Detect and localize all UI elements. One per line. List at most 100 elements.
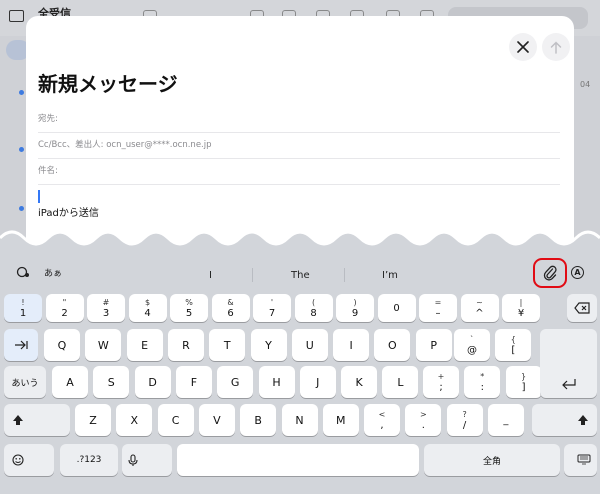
symbol-key[interactable]: <, bbox=[364, 404, 400, 436]
letter-key-s[interactable]: S bbox=[93, 366, 130, 398]
key-shift-char: * bbox=[480, 372, 485, 381]
key-char: 9 bbox=[351, 308, 359, 319]
letter-key-k[interactable]: K bbox=[341, 366, 378, 398]
suggestion-3[interactable]: I’m bbox=[382, 270, 398, 281]
letter-key-u[interactable]: U bbox=[291, 329, 328, 361]
number-key[interactable]: ) 9 bbox=[336, 294, 374, 322]
letter-key-d[interactable]: D bbox=[134, 366, 171, 398]
number-key[interactable]: " 2 bbox=[45, 294, 84, 322]
message-body[interactable]: iPadから送信 bbox=[38, 204, 99, 219]
tab-key[interactable] bbox=[4, 329, 38, 361]
key-char: ] bbox=[521, 382, 526, 393]
return-key[interactable] bbox=[540, 329, 597, 398]
number-key[interactable]: % 5 bbox=[170, 294, 208, 322]
cc-bcc-from-field[interactable]: Cc/Bcc、差出人: ocn_user@****.ocn.ne.jp bbox=[38, 138, 560, 159]
return-icon bbox=[561, 379, 576, 390]
letter-key-n[interactable]: N bbox=[281, 404, 318, 436]
shift-icon bbox=[13, 415, 23, 425]
letter-key-f[interactable]: F bbox=[175, 366, 212, 398]
number-key[interactable]: 0 bbox=[377, 294, 416, 322]
letter-key-l[interactable]: L bbox=[382, 366, 419, 398]
letter-key-r[interactable]: R bbox=[167, 329, 204, 361]
number-key[interactable]: ' 7 bbox=[253, 294, 291, 322]
key-char: 1 bbox=[19, 308, 27, 319]
symbol-key[interactable]: }] bbox=[505, 366, 542, 398]
numbers-key[interactable]: .?123 bbox=[60, 444, 118, 476]
letter-key-i[interactable]: I bbox=[333, 329, 370, 361]
emoji-key[interactable] bbox=[4, 444, 54, 476]
shift-key-left[interactable] bbox=[4, 404, 70, 436]
symbol-key[interactable]: *: bbox=[464, 366, 501, 398]
key-char: 6 bbox=[227, 308, 234, 319]
letter-key-e[interactable]: E bbox=[126, 329, 163, 361]
close-button[interactable] bbox=[509, 33, 537, 61]
key-char: 4 bbox=[144, 308, 151, 319]
key-shift-char: ' bbox=[270, 298, 274, 307]
symbol-key[interactable]: ? / bbox=[446, 404, 483, 436]
letter-key-c[interactable]: C bbox=[157, 404, 194, 436]
sidebar-icon[interactable] bbox=[9, 10, 24, 22]
symbol-key[interactable]: _ bbox=[487, 404, 524, 436]
letter-key-o[interactable]: O bbox=[374, 329, 411, 361]
suggestion-1[interactable]: I bbox=[209, 270, 212, 281]
send-button[interactable] bbox=[542, 33, 570, 61]
letter-key-z[interactable]: Z bbox=[75, 404, 111, 436]
markup-icon[interactable]: A bbox=[571, 266, 584, 279]
number-key[interactable]: (8 bbox=[294, 294, 333, 322]
dictation-key[interactable] bbox=[122, 444, 172, 476]
number-key[interactable]: $4 bbox=[128, 294, 167, 322]
letter-key-p[interactable]: P bbox=[415, 329, 452, 361]
letter-key-x[interactable]: X bbox=[116, 404, 153, 436]
letter-key-q[interactable]: Q bbox=[44, 329, 80, 361]
letter-key-w[interactable]: W bbox=[85, 329, 122, 361]
number-key[interactable]: ~ ^ bbox=[460, 294, 499, 322]
letter-key-t[interactable]: T bbox=[209, 329, 246, 361]
symbol-key[interactable]: {[ bbox=[495, 329, 532, 361]
key-shift-char: ` bbox=[470, 335, 474, 344]
key-shift-char: ( bbox=[311, 298, 316, 307]
backspace-key[interactable] bbox=[567, 294, 597, 322]
letter-key-g[interactable]: G bbox=[217, 366, 254, 398]
attach-file-button[interactable] bbox=[533, 258, 567, 288]
unread-dot bbox=[19, 147, 24, 152]
arrow-up-icon bbox=[550, 40, 562, 54]
key-char: 2 bbox=[61, 308, 68, 319]
space-key[interactable] bbox=[177, 444, 419, 476]
kana-toggle[interactable]: あぁ bbox=[44, 266, 62, 279]
key-char: P bbox=[430, 338, 437, 352]
symbol-key[interactable]: +; bbox=[423, 366, 459, 398]
hide-keyboard-key[interactable] bbox=[564, 444, 597, 476]
key-shift-char: # bbox=[102, 298, 110, 307]
key-shift-char: ! bbox=[21, 298, 25, 307]
emoji-search-icon[interactable] bbox=[16, 266, 30, 281]
key-shift-char: " bbox=[62, 298, 67, 307]
number-key[interactable]: ! 1 bbox=[4, 294, 42, 322]
subject-field[interactable]: 件名: bbox=[38, 164, 560, 185]
letter-key-h[interactable]: H bbox=[258, 366, 295, 398]
key-shift-char: ~ bbox=[476, 298, 483, 307]
key-shift-char: ? bbox=[462, 410, 467, 419]
kana-input-key[interactable]: あいう bbox=[4, 366, 46, 398]
letter-key-m[interactable]: M bbox=[322, 404, 359, 436]
symbol-key[interactable]: ` @ bbox=[454, 329, 490, 361]
letter-key-v[interactable]: V bbox=[198, 404, 235, 436]
letter-key-a[interactable]: A bbox=[52, 366, 88, 398]
number-key[interactable]: #3 bbox=[87, 294, 125, 322]
key-char: _ bbox=[503, 414, 509, 426]
key-char: C bbox=[171, 413, 180, 427]
suggestion-2[interactable]: The bbox=[291, 270, 310, 281]
symbol-key[interactable]: >. bbox=[405, 404, 442, 436]
key-char: W bbox=[97, 338, 109, 352]
letter-key-b[interactable]: B bbox=[240, 404, 277, 436]
letter-key-y[interactable]: Y bbox=[250, 329, 287, 361]
number-key[interactable]: = – bbox=[419, 294, 457, 322]
number-key[interactable]: | ¥ bbox=[502, 294, 540, 322]
number-key[interactable]: & 6 bbox=[211, 294, 250, 322]
to-field[interactable]: 宛先: bbox=[38, 112, 560, 133]
key-char: ¥ bbox=[517, 308, 525, 319]
text-cursor bbox=[38, 190, 40, 203]
key-char: M bbox=[336, 413, 346, 427]
letter-key-j[interactable]: J bbox=[299, 366, 336, 398]
space-fullwidth-key[interactable]: 全角 bbox=[424, 444, 560, 476]
shift-key-right[interactable] bbox=[532, 404, 597, 436]
